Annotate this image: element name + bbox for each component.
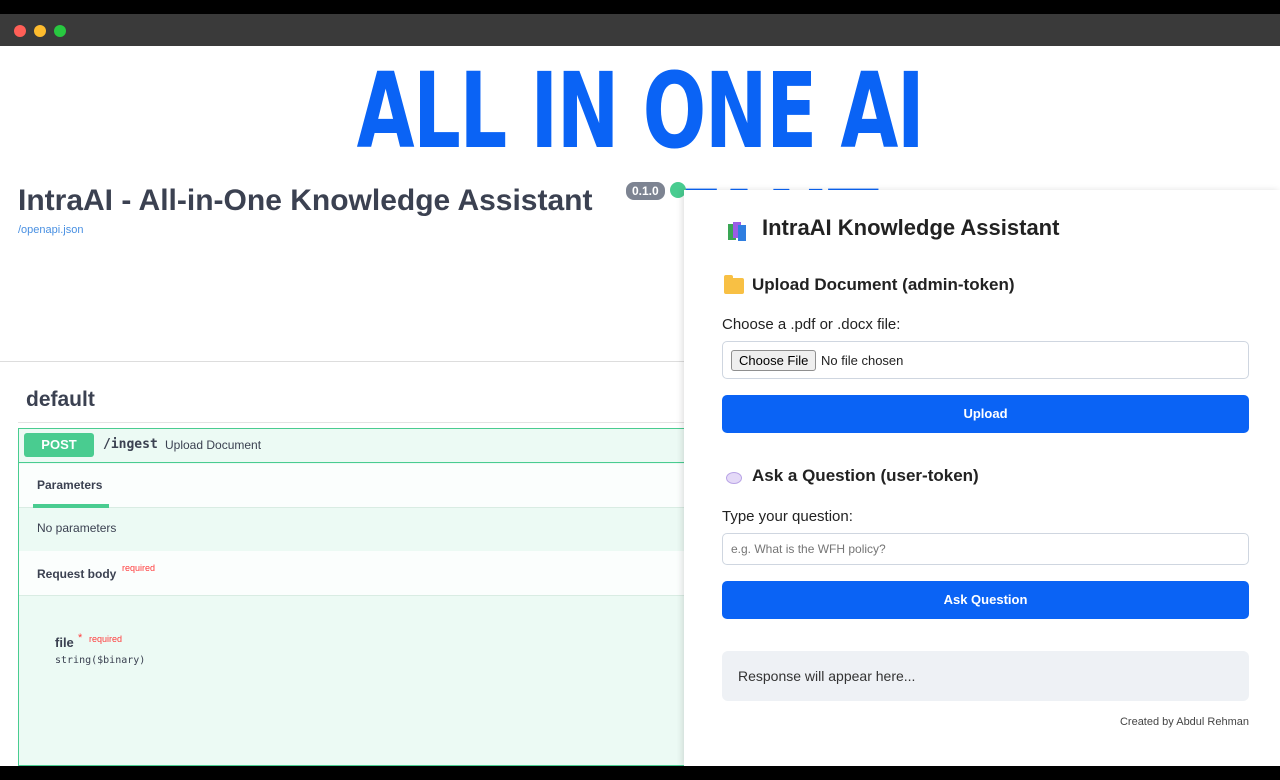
openapi-json-link[interactable]: /openapi.json — [18, 224, 83, 236]
assistant-panel: IntraAI Knowledge Assistant Upload Docum… — [684, 190, 1280, 766]
field-name-file: file — [55, 635, 74, 650]
required-star: * — [78, 632, 83, 644]
operation-path: /ingest — [103, 437, 158, 452]
maximize-window-button[interactable] — [54, 25, 66, 37]
choose-file-button[interactable]: Choose File — [731, 350, 817, 371]
credit-text: Created by Abdul Rehman — [1119, 716, 1249, 728]
upload-section-heading: Upload Document (admin-token) — [752, 275, 1015, 294]
tab-parameters[interactable]: Parameters — [37, 478, 102, 492]
http-method-badge: POST — [24, 433, 94, 457]
file-label: Choose a .pdf or .docx file: — [722, 316, 901, 333]
operation-ingest: POST /ingest Upload Document Parameters … — [18, 428, 685, 766]
file-input[interactable]: Choose File No file chosen — [722, 341, 1249, 379]
operation-summary: Upload Document — [165, 438, 262, 452]
swagger-panel: IntraAI - All-in-One Knowledge Assistant… — [0, 166, 686, 766]
books-icon — [728, 222, 746, 241]
api-title: IntraAI - All-in-One Knowledge Assistant — [18, 184, 593, 217]
operation-tabs: Parameters — [19, 464, 685, 508]
response-box: Response will appear here... — [722, 651, 1249, 701]
version-badge: 0.1.0 — [626, 182, 665, 200]
section-default-heading[interactable]: default — [26, 388, 95, 412]
folder-icon — [724, 275, 744, 294]
title-bar — [0, 14, 1280, 46]
active-tab-indicator — [33, 504, 109, 508]
speech-bubble-icon — [726, 472, 742, 484]
divider — [18, 422, 684, 423]
question-section-heading: Ask a Question (user-token) — [752, 466, 979, 485]
operation-summary-bar[interactable]: POST /ingest Upload Document — [19, 429, 685, 463]
field-type: string($binary) — [55, 655, 146, 666]
request-body-header: Request body required — [19, 551, 685, 596]
question-input[interactable] — [722, 533, 1249, 565]
assistant-title: IntraAI Knowledge Assistant — [762, 215, 1060, 240]
required-marker: required — [122, 563, 156, 573]
page-canvas: ALL IN ONE AI ASSISITANT IntraAI - All-i… — [0, 46, 1280, 766]
ask-question-button[interactable]: Ask Question — [722, 581, 1249, 619]
no-parameters-text: No parameters — [37, 521, 117, 535]
divider — [0, 361, 684, 362]
upload-button[interactable]: Upload — [722, 395, 1249, 433]
question-label: Type your question: — [722, 508, 853, 525]
response-text: Response will appear here... — [738, 668, 916, 684]
minimize-window-button[interactable] — [34, 25, 46, 37]
request-body-label: Request body — [37, 567, 117, 581]
file-status: No file chosen — [821, 353, 904, 368]
browser-window: ALL IN ONE AI ASSISITANT IntraAI - All-i… — [0, 0, 1280, 780]
close-window-button[interactable] — [14, 25, 26, 37]
field-required-marker: required — [89, 634, 123, 644]
